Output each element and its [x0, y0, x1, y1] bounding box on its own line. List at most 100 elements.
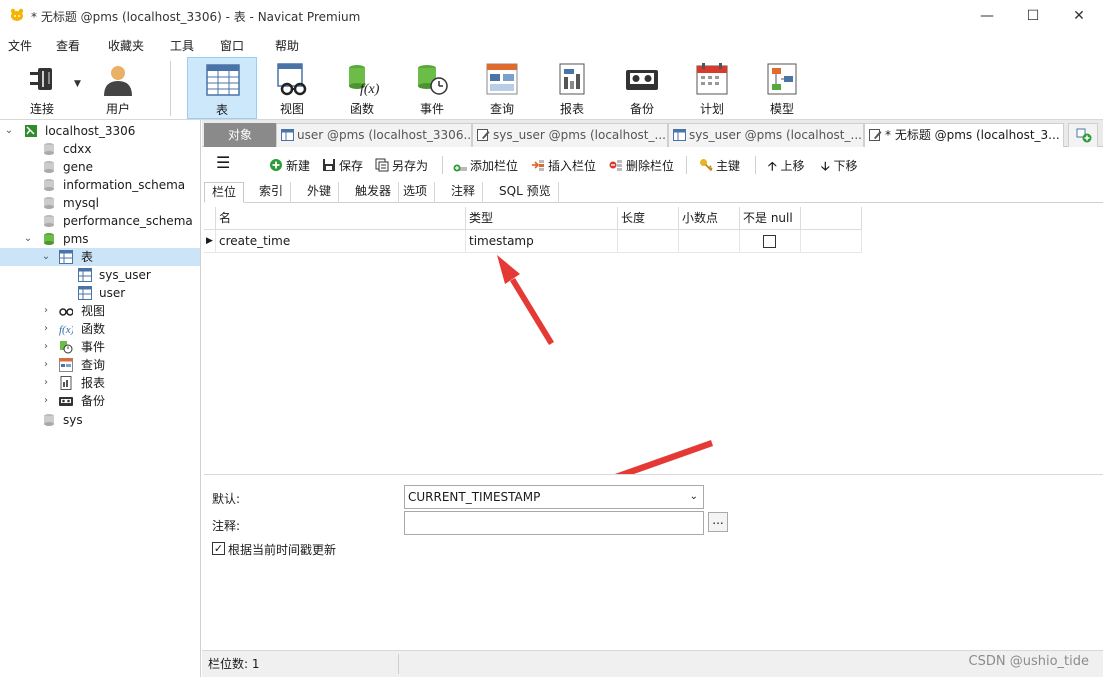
- tab-user[interactable]: user @pms (localhost_3306...: [276, 123, 472, 147]
- menu-file[interactable]: 文件: [8, 37, 32, 54]
- subtab-options[interactable]: 选项: [396, 182, 436, 203]
- menu-view[interactable]: 查看: [56, 37, 80, 54]
- toolbar-report[interactable]: 报表: [537, 57, 607, 119]
- toolbar-model[interactable]: 模型: [747, 57, 817, 119]
- chevron-right-icon[interactable]: ›: [41, 302, 51, 320]
- tree-db-cdxx[interactable]: cdxx: [0, 140, 200, 158]
- tab-objects[interactable]: 对象: [204, 123, 276, 147]
- save-as-button[interactable]: 另存为: [375, 157, 428, 175]
- tree-pms-functions[interactable]: › f(x) 函数: [0, 320, 200, 338]
- chevron-right-icon[interactable]: ›: [41, 392, 51, 410]
- tree-pms-events[interactable]: › 事件: [0, 338, 200, 356]
- tab-sys-user-1[interactable]: sys_user @pms (localhost_...: [472, 123, 668, 147]
- chevron-down-icon[interactable]: ⌄: [4, 122, 14, 140]
- tab-untitled[interactable]: * 无标题 @pms (localhost_3...: [864, 123, 1064, 147]
- toolbar-function[interactable]: f(x) 函数: [327, 57, 397, 119]
- query-icon: [59, 358, 73, 372]
- close-button[interactable]: ✕: [1056, 0, 1102, 31]
- minimize-button[interactable]: —: [964, 0, 1010, 31]
- event-icon: [418, 65, 448, 95]
- menu-favorites[interactable]: 收藏夹: [108, 37, 144, 54]
- toolbar-backup[interactable]: 备份: [607, 57, 677, 119]
- tree-pms-tables[interactable]: ⌄ 表: [0, 248, 200, 266]
- add-field-button[interactable]: 添加栏位: [453, 157, 518, 175]
- default-label: 默认:: [212, 492, 241, 506]
- delete-field-button[interactable]: 删除栏位: [609, 157, 674, 175]
- menu-help[interactable]: 帮助: [275, 37, 299, 54]
- column-header-type[interactable]: 类型: [466, 207, 618, 230]
- maximize-button[interactable]: ☐: [1010, 0, 1056, 31]
- on-update-checkbox[interactable]: ✓: [212, 542, 225, 555]
- chevron-right-icon[interactable]: ›: [41, 374, 51, 392]
- cell-field-name[interactable]: create_time: [216, 230, 466, 253]
- toolbar-connect[interactable]: ▼ 连接: [7, 57, 81, 119]
- cell-field-not-null[interactable]: [740, 230, 801, 253]
- tree-db-gene[interactable]: gene: [0, 158, 200, 176]
- tab-sys-user-2[interactable]: sys_user @pms (localhost_...: [668, 123, 864, 147]
- connect-dropdown-icon[interactable]: ▼: [74, 79, 81, 89]
- tree-db-sys[interactable]: sys: [0, 411, 200, 429]
- hamburger-menu-icon[interactable]: ☰: [216, 154, 230, 172]
- tree-db-mysql[interactable]: mysql: [0, 194, 200, 212]
- toolbar-user[interactable]: 用户: [83, 57, 153, 119]
- tree-table-sys-user[interactable]: sys_user: [0, 266, 200, 284]
- status-separator: [398, 654, 399, 674]
- add-tab-icon: [1076, 128, 1092, 143]
- column-header-name[interactable]: 名: [216, 207, 466, 230]
- toolbar-table[interactable]: 表: [187, 57, 257, 119]
- comment-edit-button[interactable]: ...: [708, 512, 728, 532]
- toolbar-event[interactable]: 事件: [397, 57, 467, 119]
- comment-input[interactable]: [404, 511, 704, 535]
- subtab-triggers[interactable]: 触发器: [348, 182, 400, 203]
- tree-connection[interactable]: ⌄ localhost_3306: [0, 122, 200, 140]
- tree-db-performance-schema[interactable]: performance_schema: [0, 212, 200, 230]
- function-icon: f(x): [59, 324, 73, 336]
- primary-key-button[interactable]: 主键: [699, 157, 740, 175]
- subtab-sql-preview[interactable]: SQL 预览: [492, 182, 559, 203]
- subtab-fields[interactable]: 栏位: [204, 182, 245, 203]
- toolbar-query-label: 查询: [489, 102, 514, 116]
- tree-table-user[interactable]: user: [0, 284, 200, 302]
- save-icon: [323, 159, 335, 171]
- insert-field-button[interactable]: 插入栏位: [531, 157, 596, 175]
- toolbar-query[interactable]: 查询: [467, 57, 537, 119]
- tree-views-label: 视图: [81, 304, 106, 318]
- cell-field-decimals[interactable]: [679, 230, 740, 253]
- subtab-comment[interactable]: 注释: [444, 182, 484, 203]
- chevron-down-icon[interactable]: ⌄: [23, 230, 33, 248]
- chevron-right-icon[interactable]: ›: [41, 320, 51, 338]
- move-up-button[interactable]: 🡡 上移: [768, 157, 804, 175]
- toolbar-view-label: 视图: [279, 102, 304, 116]
- new-button[interactable]: 新建: [269, 157, 310, 175]
- tree-pms-queries[interactable]: › 查询: [0, 356, 200, 374]
- delete-field-label: 删除栏位: [626, 159, 675, 173]
- tree-pms-backups[interactable]: › 备份: [0, 392, 200, 410]
- column-header-length[interactable]: 长度: [618, 207, 679, 230]
- tree-db-information-schema[interactable]: information_schema: [0, 176, 200, 194]
- subtab-indexes[interactable]: 索引: [252, 182, 292, 203]
- toolbar-view[interactable]: 视图: [257, 57, 327, 119]
- chevron-right-icon[interactable]: ›: [41, 356, 51, 374]
- column-header-not-null[interactable]: 不是 null: [740, 207, 801, 230]
- subtab-foreign-keys[interactable]: 外键: [300, 182, 340, 203]
- menu-window[interactable]: 窗口: [220, 37, 244, 54]
- toolbar-schedule[interactable]: 计划: [677, 57, 747, 119]
- table-icon: [281, 129, 294, 141]
- cell-field-type[interactable]: timestamp: [466, 230, 618, 253]
- column-header-decimals[interactable]: 小数点: [679, 207, 740, 230]
- cell-field-length[interactable]: [618, 230, 679, 253]
- tree-pms-views[interactable]: › 视图: [0, 302, 200, 320]
- chevron-down-icon[interactable]: ⌄: [41, 248, 51, 266]
- save-button[interactable]: 保存: [322, 157, 363, 175]
- chevron-right-icon[interactable]: ›: [41, 338, 51, 356]
- default-value-select[interactable]: CURRENT_TIMESTAMP ⌄: [404, 485, 704, 509]
- cell-field-key[interactable]: [801, 230, 862, 253]
- tree-pms-reports[interactable]: › 报表: [0, 374, 200, 392]
- not-null-checkbox[interactable]: [763, 235, 776, 248]
- new-tab-button[interactable]: [1068, 123, 1098, 147]
- menu-tools[interactable]: 工具: [170, 37, 194, 54]
- tree-db-pms[interactable]: ⌄ pms: [0, 230, 200, 248]
- tab-label: sys_user @pms (localhost_...: [493, 128, 666, 142]
- column-header-key[interactable]: [801, 207, 862, 230]
- move-down-button[interactable]: 🡣 下移: [821, 157, 857, 175]
